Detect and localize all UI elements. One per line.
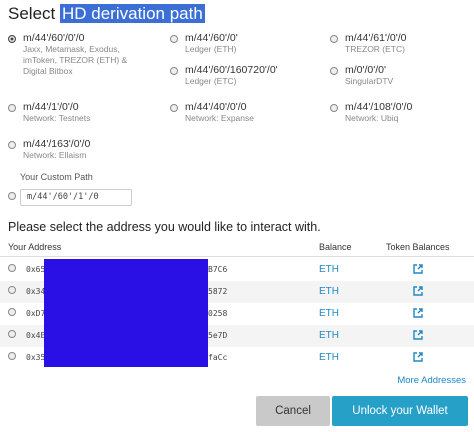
address-radio[interactable]: [8, 264, 16, 272]
address-radio[interactable]: [8, 308, 16, 316]
custom-path-radio[interactable]: [8, 192, 16, 200]
path-value: m/0'/0'/0': [345, 64, 387, 76]
path-value: m/44'/60'/0': [185, 32, 238, 44]
path-option-default[interactable]: m/44'/60'/0'/0 Jaxx, Metamask, Exodus, im…: [8, 32, 127, 77]
address-start: 0x34: [26, 287, 46, 296]
radio-button[interactable]: [330, 104, 338, 112]
address-start: 0x35: [26, 353, 46, 362]
path-value: m/44'/61'/0'/0: [345, 32, 407, 44]
address-radio[interactable]: [8, 330, 16, 338]
path-value: m/44'/1'/0'/0: [23, 101, 79, 113]
external-link-icon[interactable]: [413, 286, 423, 296]
address-prompt: Please select the address you would like…: [8, 220, 321, 234]
external-link-icon[interactable]: [413, 308, 423, 318]
path-description: Network: Testnets: [23, 113, 91, 123]
path-description: Ledger (ETH): [185, 44, 237, 54]
path-description: SingularDTV: [345, 76, 394, 86]
radio-button[interactable]: [170, 104, 178, 112]
balance-link[interactable]: ETH: [319, 264, 339, 275]
header-token-balances: Token Balances: [386, 242, 450, 252]
header-balance: Balance: [319, 242, 352, 252]
address-start: 0x4E: [26, 331, 46, 340]
external-link-icon[interactable]: [413, 352, 423, 362]
address-end: B7C6: [208, 265, 228, 274]
more-addresses-link[interactable]: More Addresses: [397, 375, 466, 386]
external-link-icon[interactable]: [413, 330, 423, 340]
unlock-wallet-button[interactable]: Unlock your Wallet: [332, 396, 468, 426]
path-option-testnets[interactable]: m/44'/1'/0'/0 Network: Testnets: [8, 101, 90, 124]
radio-button[interactable]: [8, 141, 16, 149]
address-start: 0x65: [26, 265, 46, 274]
radio-button[interactable]: [170, 35, 178, 43]
path-option-ellaism[interactable]: m/44'/163'/0'/0 Network: Ellaism: [8, 138, 90, 161]
path-option-ledger-eth[interactable]: m/44'/60'/0' Ledger (ETH): [170, 32, 238, 55]
header-address: Your Address: [8, 242, 62, 252]
path-value: m/44'/60'/160720'/0': [185, 64, 278, 76]
radio-button[interactable]: [330, 35, 338, 43]
title-highlight: HD derivation path: [59, 4, 205, 23]
balance-link[interactable]: ETH: [319, 286, 339, 297]
custom-path-input[interactable]: m/44'/60'/1'/0: [20, 189, 132, 206]
path-description: TREZOR (ETC): [345, 44, 405, 54]
address-end: 5e7D: [208, 331, 228, 340]
path-value: m/44'/163'/0'/0: [23, 138, 91, 150]
balance-link[interactable]: ETH: [319, 330, 339, 341]
path-description: Network: Expanse: [185, 113, 254, 123]
radio-button[interactable]: [8, 35, 16, 43]
path-value: m/44'/40'/0'/0: [185, 101, 247, 113]
path-value: m/44'/60'/0'/0: [23, 32, 85, 44]
radio-button[interactable]: [170, 67, 178, 75]
path-description: Ledger (ETC): [185, 76, 237, 86]
address-radio[interactable]: [8, 286, 16, 294]
path-value: m/44'/108'/0'/0: [345, 101, 413, 113]
balance-link[interactable]: ETH: [319, 308, 339, 319]
address-end: faCc: [208, 353, 228, 362]
modal-title: Select HD derivation path: [8, 4, 205, 24]
radio-button[interactable]: [8, 104, 16, 112]
path-option-expanse[interactable]: m/44'/40'/0'/0 Network: Expanse: [170, 101, 254, 124]
address-start: 0xD7: [26, 309, 46, 318]
path-description: Network: Ellaism: [23, 150, 87, 160]
balance-link[interactable]: ETH: [319, 352, 339, 363]
address-end: 5872: [208, 287, 228, 296]
address-end: 0258: [208, 309, 228, 318]
path-option-trezor-etc[interactable]: m/44'/61'/0'/0 TREZOR (ETC): [330, 32, 406, 55]
path-description: Network: Ubiq: [345, 113, 399, 123]
path-option-ledger-etc[interactable]: m/44'/60'/160720'/0' Ledger (ETC): [170, 64, 278, 87]
external-link-icon[interactable]: [413, 264, 423, 274]
custom-path-label: Your Custom Path: [20, 172, 93, 182]
address-table-header: Your Address Balance Token Balances: [0, 240, 474, 257]
path-option-ubiq[interactable]: m/44'/108'/0'/0 Network: Ubiq: [330, 101, 412, 124]
address-redaction: [44, 259, 208, 367]
address-radio[interactable]: [8, 352, 16, 360]
cancel-button[interactable]: Cancel: [256, 396, 330, 426]
title-prefix: Select: [8, 4, 60, 23]
path-description: Jaxx, Metamask, Exodus, imToken, TREZOR …: [23, 44, 128, 76]
radio-button[interactable]: [330, 67, 338, 75]
path-option-singulardtv[interactable]: m/0'/0'/0' SingularDTV: [330, 64, 393, 87]
